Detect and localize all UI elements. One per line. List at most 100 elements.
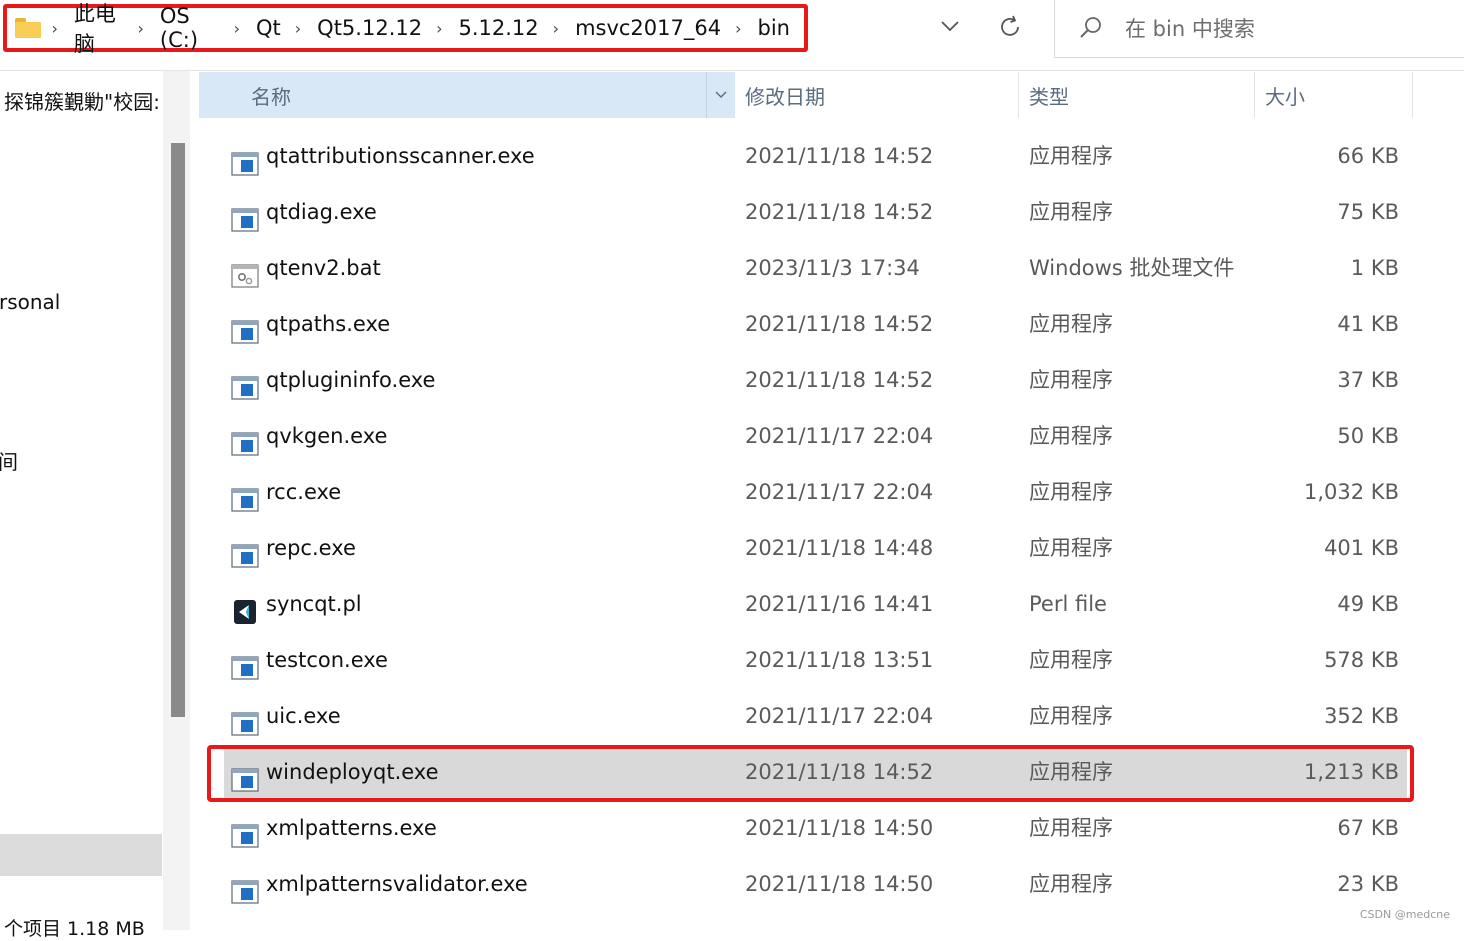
column-header-size[interactable]: 大小 bbox=[1265, 72, 1305, 118]
file-name: qtenv2.bat bbox=[266, 256, 381, 280]
breadcrumb[interactable]: › 此电脑 › OS (C:) › Qt › Qt5.12.12 › 5.12.12 › m… bbox=[3, 2, 808, 56]
refresh-icon[interactable] bbox=[996, 13, 1024, 41]
file-size: 67 KB bbox=[1337, 816, 1399, 840]
column-header-name[interactable]: 名称 bbox=[199, 72, 706, 118]
file-name: repc.exe bbox=[266, 536, 356, 560]
file-type: 应用程序 bbox=[1029, 872, 1113, 896]
file-row[interactable]: qtattributionsscanner.exe 2021/11/18 14:5… bbox=[224, 130, 1407, 182]
exe-icon bbox=[231, 647, 259, 680]
chevron-right-icon[interactable]: › bbox=[52, 19, 58, 38]
file-date: 2021/11/17 22:04 bbox=[745, 704, 934, 728]
exe-icon bbox=[231, 367, 259, 400]
file-date: 2023/11/3 17:34 bbox=[745, 256, 920, 280]
file-date: 2021/11/18 14:52 bbox=[745, 368, 934, 392]
file-row[interactable]: qtplugininfo.exe 2021/11/18 14:52 应用程序 37 K… bbox=[224, 354, 1407, 406]
file-row[interactable]: xmlpatternsvalidator.exe 2021/11/18 14:50… bbox=[224, 858, 1407, 910]
exe-icon bbox=[231, 199, 259, 232]
exe-icon bbox=[231, 871, 259, 904]
file-type: 应用程序 bbox=[1029, 816, 1113, 840]
breadcrumb-item-qt5[interactable]: › Qt5.12.12 bbox=[295, 16, 436, 40]
divider bbox=[0, 70, 1464, 71]
file-type: Windows 批处理文件 bbox=[1029, 256, 1235, 280]
column-divider[interactable] bbox=[1254, 72, 1255, 118]
folder-icon bbox=[15, 18, 41, 38]
watermark: CSDN @medcne bbox=[1359, 908, 1450, 921]
exe-icon bbox=[231, 535, 259, 568]
file-row[interactable]: qtpaths.exe 2021/11/18 14:52 应用程序 41 KB bbox=[224, 298, 1407, 350]
file-type: 应用程序 bbox=[1029, 480, 1113, 504]
file-row[interactable]: rcc.exe 2021/11/17 22:04 应用程序 1,032 KB bbox=[224, 466, 1407, 518]
breadcrumb-item-version[interactable]: › 5.12.12 bbox=[436, 16, 553, 40]
search-input[interactable]: 在 bin 中搜索 bbox=[1054, 0, 1464, 58]
exe-icon bbox=[231, 423, 259, 456]
file-name: xmlpatterns.exe bbox=[266, 816, 437, 840]
nav-item[interactable]: 间 bbox=[0, 446, 18, 475]
chevron-right-icon[interactable]: › bbox=[295, 19, 301, 38]
file-row[interactable]: testcon.exe 2021/11/18 13:51 应用程序 578 KB bbox=[224, 634, 1407, 686]
file-date: 2021/11/18 14:50 bbox=[745, 872, 934, 896]
file-row[interactable]: syncqt.pl 2021/11/16 14:41 Perl file 49 KB bbox=[224, 578, 1407, 630]
file-date: 2021/11/18 14:52 bbox=[745, 312, 934, 336]
navigation-pane: 探锦簇覲勦"校园: rsonal 间 bbox=[0, 71, 190, 930]
search-icon bbox=[1080, 17, 1101, 38]
search-placeholder: 在 bin 中搜索 bbox=[1125, 17, 1255, 41]
exe-icon bbox=[231, 311, 259, 344]
file-name: qtdiag.exe bbox=[266, 200, 377, 224]
file-row[interactable]: qtdiag.exe 2021/11/18 14:52 应用程序 75 KB bbox=[224, 186, 1407, 238]
chevron-down-icon[interactable] bbox=[938, 14, 962, 38]
file-type: 应用程序 bbox=[1029, 704, 1113, 728]
breadcrumb-item-this-pc[interactable]: › 此电脑 bbox=[52, 0, 138, 58]
breadcrumb-item-qt[interactable]: › Qt bbox=[234, 16, 295, 40]
file-type: 应用程序 bbox=[1029, 312, 1113, 336]
file-size: 37 KB bbox=[1337, 368, 1399, 392]
nav-item[interactable]: 探锦簇覲勦"校园: bbox=[4, 86, 160, 115]
file-name: qvkgen.exe bbox=[266, 424, 388, 448]
file-date: 2021/11/18 13:51 bbox=[745, 648, 934, 672]
column-header-type[interactable]: 类型 bbox=[1029, 72, 1069, 118]
file-type: 应用程序 bbox=[1029, 536, 1113, 560]
file-row[interactable]: xmlpatterns.exe 2021/11/18 14:50 应用程序 67 KB bbox=[224, 802, 1407, 854]
file-size: 1,032 KB bbox=[1304, 480, 1399, 504]
breadcrumb-item-bin[interactable]: › bin bbox=[735, 16, 804, 40]
exe-icon bbox=[231, 815, 259, 848]
column-filter-dropdown[interactable] bbox=[706, 72, 735, 118]
file-name: qtpaths.exe bbox=[266, 312, 391, 336]
file-name: rcc.exe bbox=[266, 480, 342, 504]
file-date: 2021/11/18 14:52 bbox=[745, 144, 934, 168]
file-row[interactable]: qvkgen.exe 2021/11/17 22:04 应用程序 50 KB bbox=[224, 410, 1407, 462]
breadcrumb-item-msvc[interactable]: › msvc2017_64 bbox=[553, 16, 735, 40]
exe-icon bbox=[231, 479, 259, 512]
file-size: 578 KB bbox=[1324, 648, 1399, 672]
column-divider[interactable] bbox=[1412, 72, 1413, 118]
file-size: 50 KB bbox=[1337, 424, 1399, 448]
column-divider[interactable] bbox=[1018, 72, 1019, 118]
nav-item[interactable]: rsonal bbox=[0, 290, 60, 314]
file-type: 应用程序 bbox=[1029, 648, 1113, 672]
file-size: 49 KB bbox=[1337, 592, 1399, 616]
file-type: 应用程序 bbox=[1029, 424, 1113, 448]
file-size: 41 KB bbox=[1337, 312, 1399, 336]
exe-icon bbox=[231, 143, 259, 176]
status-bar-text: 个项目 1.18 MB bbox=[4, 918, 145, 940]
file-name: qtplugininfo.exe bbox=[266, 368, 436, 392]
chevron-right-icon[interactable]: › bbox=[436, 19, 442, 38]
file-row[interactable]: uic.exe 2021/11/17 22:04 应用程序 352 KB bbox=[224, 690, 1407, 742]
exe-icon bbox=[231, 703, 259, 736]
nav-item-selected[interactable] bbox=[0, 834, 162, 876]
chevron-right-icon[interactable]: › bbox=[138, 19, 144, 38]
file-date: 2021/11/18 14:50 bbox=[745, 816, 934, 840]
file-type: 应用程序 bbox=[1029, 144, 1113, 168]
chevron-right-icon[interactable]: › bbox=[553, 19, 559, 38]
file-date: 2021/11/17 22:04 bbox=[745, 480, 934, 504]
file-name: uic.exe bbox=[266, 704, 341, 728]
chevron-right-icon[interactable]: › bbox=[234, 19, 240, 38]
breadcrumb-item-drive[interactable]: › OS (C:) bbox=[138, 4, 234, 52]
file-row[interactable]: repc.exe 2021/11/18 14:48 应用程序 401 KB bbox=[224, 522, 1407, 574]
file-size: 401 KB bbox=[1324, 536, 1399, 560]
nav-scrollbar-thumb[interactable] bbox=[171, 143, 185, 717]
chevron-right-icon[interactable]: › bbox=[735, 19, 741, 38]
column-header-date[interactable]: 修改日期 bbox=[745, 72, 825, 118]
file-row[interactable]: qtenv2.bat 2023/11/3 17:34 Windows 批处理文件 1 … bbox=[224, 242, 1407, 294]
perl-icon bbox=[231, 591, 259, 624]
file-size: 66 KB bbox=[1337, 144, 1399, 168]
